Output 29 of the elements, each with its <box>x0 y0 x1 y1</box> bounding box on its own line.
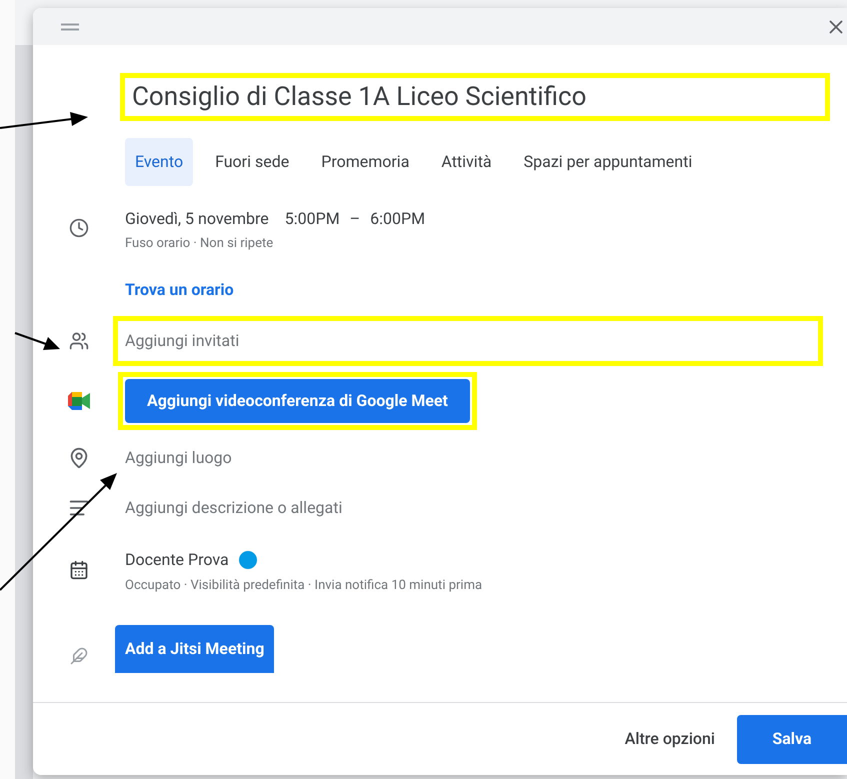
title-field[interactable]: Consiglio di Classe 1A Liceo Scientifico <box>120 73 830 121</box>
video-camera-icon <box>68 392 90 410</box>
location-pin-icon <box>68 446 90 468</box>
end-time[interactable]: 6:00PM <box>370 208 426 230</box>
event-type-tab[interactable]: Attività <box>431 138 502 186</box>
drag-handle-icon[interactable] <box>61 22 79 30</box>
event-type-tab[interactable]: Evento <box>125 138 194 186</box>
feather-icon <box>70 647 88 665</box>
save-button[interactable]: Salva <box>737 714 847 764</box>
find-time-link[interactable]: Trova un orario <box>125 278 234 302</box>
calendar-details[interactable]: Occupato · Visibilità predefinita · Invia notifica 10 minuti prima <box>125 576 482 595</box>
event-type-tab[interactable]: Spazi per appuntamenti <box>514 138 702 186</box>
clock-icon <box>69 218 89 238</box>
location-field[interactable]: Aggiungi luogo <box>125 446 232 470</box>
event-type-tab[interactable]: Promemoria <box>311 138 420 186</box>
description-field[interactable]: Aggiungi descrizione o allegati <box>125 496 342 520</box>
start-time[interactable]: 5:00PM <box>284 208 340 230</box>
time-separator: – <box>350 208 360 230</box>
event-details[interactable]: Fuso orario · Non si ripete <box>125 234 426 254</box>
calendar-name[interactable]: Docente Prova <box>125 548 229 572</box>
guests-field[interactable]: Aggiungi invitati <box>113 316 823 366</box>
people-icon <box>69 330 89 350</box>
calendar-icon <box>69 560 89 580</box>
more-options-button[interactable]: Altre opzioni <box>624 727 715 751</box>
jitsi-button[interactable]: Add a Jitsi Meeting <box>115 625 274 673</box>
event-type-tab[interactable]: Fuori sede <box>205 138 300 186</box>
annotation-arrow <box>14 332 60 350</box>
google-meet-button[interactable]: Aggiungi videoconferenza di Google Meet <box>125 378 470 422</box>
event-date[interactable]: Giovedì, 5 novembre <box>125 208 269 230</box>
